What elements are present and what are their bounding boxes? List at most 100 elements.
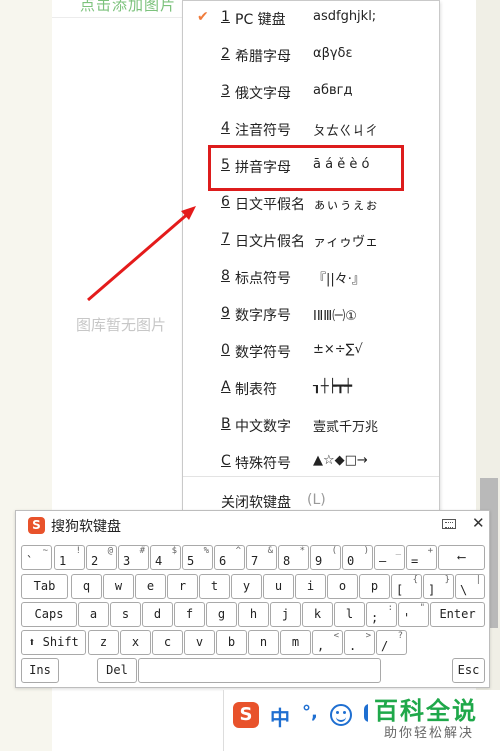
key-label: h	[249, 607, 258, 621]
keyboard-key[interactable]: Ins	[21, 658, 59, 683]
menu-item-math[interactable]: 0 数学符号 ±×÷∑√	[183, 337, 439, 367]
key-label: 3	[123, 554, 131, 568]
menu-item-label: 中文数字	[235, 419, 291, 435]
menu-item-pc-keyboard[interactable]: ✔ 1 PC 键盘 asdfghjkl;	[183, 4, 439, 34]
keyboard-key[interactable]: w	[103, 574, 134, 599]
soft-keyboard-title-bar[interactable]: S 搜狗软键盘 ✕	[16, 511, 489, 539]
keyboard-key[interactable]: l	[334, 602, 365, 627]
keyboard-key[interactable]: }]	[423, 574, 454, 599]
keyboard-key[interactable]: ! 1	[54, 545, 85, 570]
close-icon[interactable]: ✕	[472, 514, 485, 532]
keyboard-key[interactable]: % 5	[182, 545, 213, 570]
punctuation-toggle[interactable]: °,	[302, 702, 318, 723]
keyboard-key[interactable]: u	[263, 574, 294, 599]
menu-item-special-symbols[interactable]: C 特殊符号 ▲☆◆□→	[183, 448, 439, 478]
menu-item-zhuyin[interactable]: 4 注音符号 ㄆㄊㄍㄐㄔ	[183, 115, 439, 145]
keyboard-key[interactable]: m	[280, 630, 311, 655]
keyboard-key[interactable]: @2	[86, 545, 117, 570]
keyboard-key[interactable]: b	[216, 630, 247, 655]
keyboard-key[interactable]: #3	[118, 545, 149, 570]
menu-item-shortcut: B	[221, 416, 231, 432]
keyboard-key[interactable]: o	[327, 574, 358, 599]
key-label: a	[89, 607, 98, 621]
keyboard-key[interactable]: Esc	[452, 658, 485, 683]
key-label: u	[274, 579, 283, 593]
keyboard-key[interactable]: Tab	[21, 574, 68, 599]
keyboard-key[interactable]: f	[174, 602, 205, 627]
keyboard-key[interactable]: n	[248, 630, 279, 655]
keyboard-key[interactable]: z	[88, 630, 119, 655]
keyboard-key[interactable]: x	[120, 630, 151, 655]
keyboard-key[interactable]: Caps	[21, 602, 77, 627]
key-label: /	[381, 639, 389, 653]
menu-item-sample: ┒┼┝┳┿	[313, 379, 353, 394]
menu-item-sample: αβγδε	[313, 46, 353, 61]
keyboard-key[interactable]: {[	[391, 574, 422, 599]
menu-item-punctuation[interactable]: 8 标点符号 『||々·』	[183, 263, 439, 293]
keyboard-key[interactable]: q	[71, 574, 102, 599]
keyboard-key[interactable]	[138, 658, 381, 683]
keyboard-key[interactable]: " '	[398, 602, 429, 627]
menu-item-label: 标点符号	[235, 271, 291, 287]
key-label: d	[153, 607, 162, 621]
keyboard-key[interactable]: r	[167, 574, 198, 599]
keyboard-key[interactable]: j	[270, 602, 301, 627]
key-label: o	[338, 579, 347, 593]
keyboard-key[interactable]: ⬆ Shift	[21, 630, 86, 655]
key-shift-label: &	[267, 546, 273, 556]
menu-item-shortcut: C	[221, 453, 231, 469]
keyboard-key[interactable]: >.	[344, 630, 375, 655]
menu-item-shortcut: A	[221, 379, 231, 395]
keyboard-key[interactable]: <,	[312, 630, 343, 655]
keyboard-key[interactable]: (9	[310, 545, 341, 570]
keyboard-key[interactable]: ~ `	[21, 545, 52, 570]
keyboard-key[interactable]: v	[184, 630, 215, 655]
keyboard-key[interactable]: :;	[366, 602, 397, 627]
menu-item-numbers[interactable]: 9 数字序号 ⅠⅡⅢ㈠①	[183, 300, 439, 330]
key-shift-label: }	[444, 575, 450, 585]
keyboard-key[interactable]: c	[152, 630, 183, 655]
keyboard-key[interactable]: ⟵	[438, 545, 485, 570]
keyboard-key[interactable]: s	[110, 602, 141, 627]
keyboard-key[interactable]: * 8	[278, 545, 309, 570]
keyboard-key[interactable]: h	[238, 602, 269, 627]
key-label: 6	[219, 554, 227, 568]
key-label: t	[210, 579, 219, 593]
keyboard-key[interactable]: t	[199, 574, 230, 599]
menu-item-box-drawing[interactable]: A 制表符 ┒┼┝┳┿	[183, 374, 439, 404]
emoji-icon[interactable]	[330, 704, 352, 726]
keyboard-key[interactable]: & 7	[246, 545, 277, 570]
keyboard-key[interactable]: _ –	[374, 545, 405, 570]
key-shift-label: $	[171, 546, 177, 556]
menu-item-chinese-numerals[interactable]: B 中文数字 壹贰千万兆	[183, 411, 439, 441]
keyboard-key[interactable]: g	[206, 602, 237, 627]
key-label: i	[306, 579, 315, 593]
keyboard-key[interactable]: + =	[406, 545, 437, 570]
keyboard-key[interactable]: y	[231, 574, 262, 599]
keyboard-key[interactable]: ? /	[376, 630, 407, 655]
chinese-mode-toggle[interactable]: 中	[270, 702, 290, 731]
menu-item-hiragana[interactable]: 6 日文平假名 ぁぃぅぇぉ	[183, 189, 439, 219]
highlight-box	[208, 145, 404, 191]
keyboard-key[interactable]: e	[135, 574, 166, 599]
sogou-logo-icon[interactable]: S	[233, 702, 259, 728]
watermark: 百科全说 助你轻松解决	[368, 690, 496, 748]
keyboard-key[interactable]: ^ 6	[214, 545, 245, 570]
keyboard-key[interactable]: Del	[97, 658, 137, 683]
keyboard-key[interactable]: ) 0	[342, 545, 373, 570]
keyboard-key[interactable]: p	[359, 574, 390, 599]
menu-item-russian[interactable]: 3 俄文字母 абвгд	[183, 78, 439, 108]
key-shift-label: +	[427, 546, 433, 556]
keyboard-key[interactable]: a	[78, 602, 109, 627]
key-label: `	[26, 554, 34, 568]
keyboard-key[interactable]: k	[302, 602, 333, 627]
keyboard-key[interactable]: | \	[455, 574, 485, 599]
keyboard-key[interactable]: Enter	[430, 602, 485, 627]
keyboard-key[interactable]: d	[142, 602, 173, 627]
menu-item-katakana[interactable]: 7 日文片假名 ァィゥヴェ	[183, 226, 439, 256]
menu-item-greek[interactable]: 2 希腊字母 αβγδε	[183, 41, 439, 71]
add-image-link[interactable]: 点击添加图片	[80, 0, 176, 15]
keyboard-key[interactable]: i	[295, 574, 326, 599]
keyboard-key[interactable]: $4	[150, 545, 181, 570]
keyboard-icon[interactable]	[442, 519, 456, 529]
